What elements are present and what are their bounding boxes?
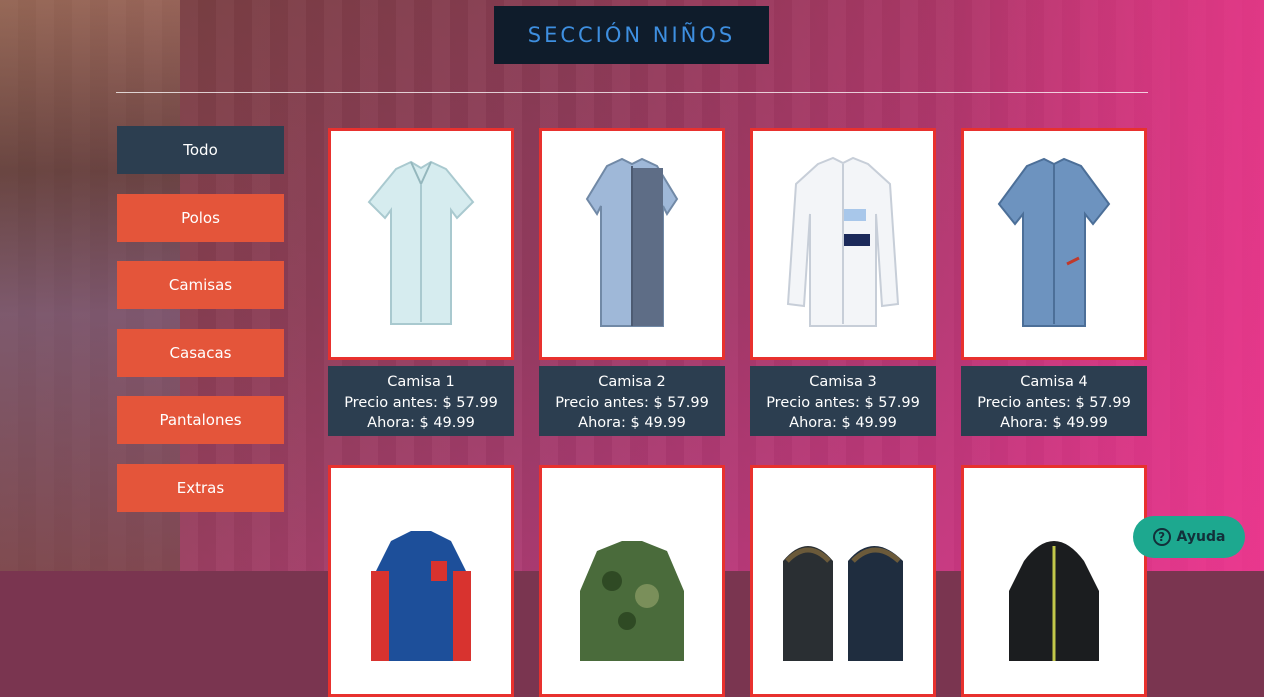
product-image[interactable] [961, 128, 1147, 360]
product-name: Camisa 2 [598, 374, 666, 390]
product-price-now: Ahora: $ 49.99 [1000, 415, 1108, 431]
product-price-now: Ahora: $ 49.99 [789, 415, 897, 431]
product-card[interactable]: Camisa 3 Precio antes: $ 57.99 Ahora: $ … [750, 128, 936, 436]
product-info: Camisa 4 Precio antes: $ 57.99 Ahora: $ … [961, 366, 1147, 436]
product-image[interactable] [539, 465, 725, 697]
product-image[interactable] [539, 128, 725, 360]
nav-button-extras[interactable]: Extras [117, 463, 284, 512]
product-card[interactable]: Camisa 2 Precio antes: $ 57.99 Ahora: $ … [539, 128, 725, 436]
product-image[interactable] [750, 128, 936, 360]
divider [116, 92, 1148, 93]
black-hooded-jacket-icon [1009, 541, 1099, 661]
page-title: SECCIÓN NIÑOS [527, 23, 736, 47]
dark-hooded-jackets-icon [783, 546, 903, 661]
nav-button-pantalones[interactable]: Pantalones [117, 396, 284, 444]
product-card[interactable] [328, 465, 514, 697]
red-blue-jacket-icon [371, 531, 471, 661]
product-image[interactable] [961, 465, 1147, 697]
nav-button-camisas[interactable]: Camisas [117, 261, 284, 309]
question-icon: ? [1152, 528, 1171, 546]
product-card[interactable] [961, 465, 1147, 697]
section-title-box: SECCIÓN NIÑOS [494, 6, 769, 64]
product-price-now: Ahora: $ 49.99 [578, 415, 686, 431]
product-image[interactable] [328, 128, 514, 360]
product-price-before: Precio antes: $ 57.99 [766, 394, 920, 411]
nav-button-casacas[interactable]: Casacas [117, 328, 284, 377]
light-blue-shortsleeve-shirt-icon [367, 160, 475, 325]
help-button[interactable]: ? Ayuda [1133, 516, 1245, 558]
white-longsleeve-shirt-icon [786, 156, 900, 327]
product-name: Camisa 4 [1020, 374, 1088, 390]
product-card[interactable] [750, 465, 936, 697]
product-card[interactable]: Camisa 4 Precio antes: $ 57.99 Ahora: $ … [961, 128, 1147, 436]
product-price-before: Precio antes: $ 57.99 [977, 394, 1131, 411]
denim-shirt-icon [997, 157, 1111, 327]
product-price-now: Ahora: $ 49.99 [367, 415, 475, 431]
nav-button-polos[interactable]: Polos [117, 193, 284, 242]
category-nav: Todo Polos Camisas Casacas Pantalones Ex… [117, 126, 284, 531]
product-name: Camisa 3 [809, 374, 877, 390]
nav-button-todo[interactable]: Todo [117, 126, 284, 174]
product-price-before: Precio antes: $ 57.99 [555, 394, 709, 411]
help-label: Ayuda [1176, 529, 1226, 545]
product-name: Camisa 1 [387, 374, 455, 390]
camo-jacket-icon [580, 541, 684, 661]
product-info: Camisa 2 Precio antes: $ 57.99 Ahora: $ … [539, 366, 725, 436]
product-price-before: Precio antes: $ 57.99 [344, 394, 498, 411]
product-card[interactable]: Camisa 1 Precio antes: $ 57.99 Ahora: $ … [328, 128, 514, 436]
product-info: Camisa 3 Precio antes: $ 57.99 Ahora: $ … [750, 366, 936, 436]
two-tone-blue-shirt-icon [585, 157, 679, 327]
product-card[interactable] [539, 465, 725, 697]
product-image[interactable] [750, 465, 936, 697]
product-info: Camisa 1 Precio antes: $ 57.99 Ahora: $ … [328, 366, 514, 436]
product-image[interactable] [328, 465, 514, 697]
